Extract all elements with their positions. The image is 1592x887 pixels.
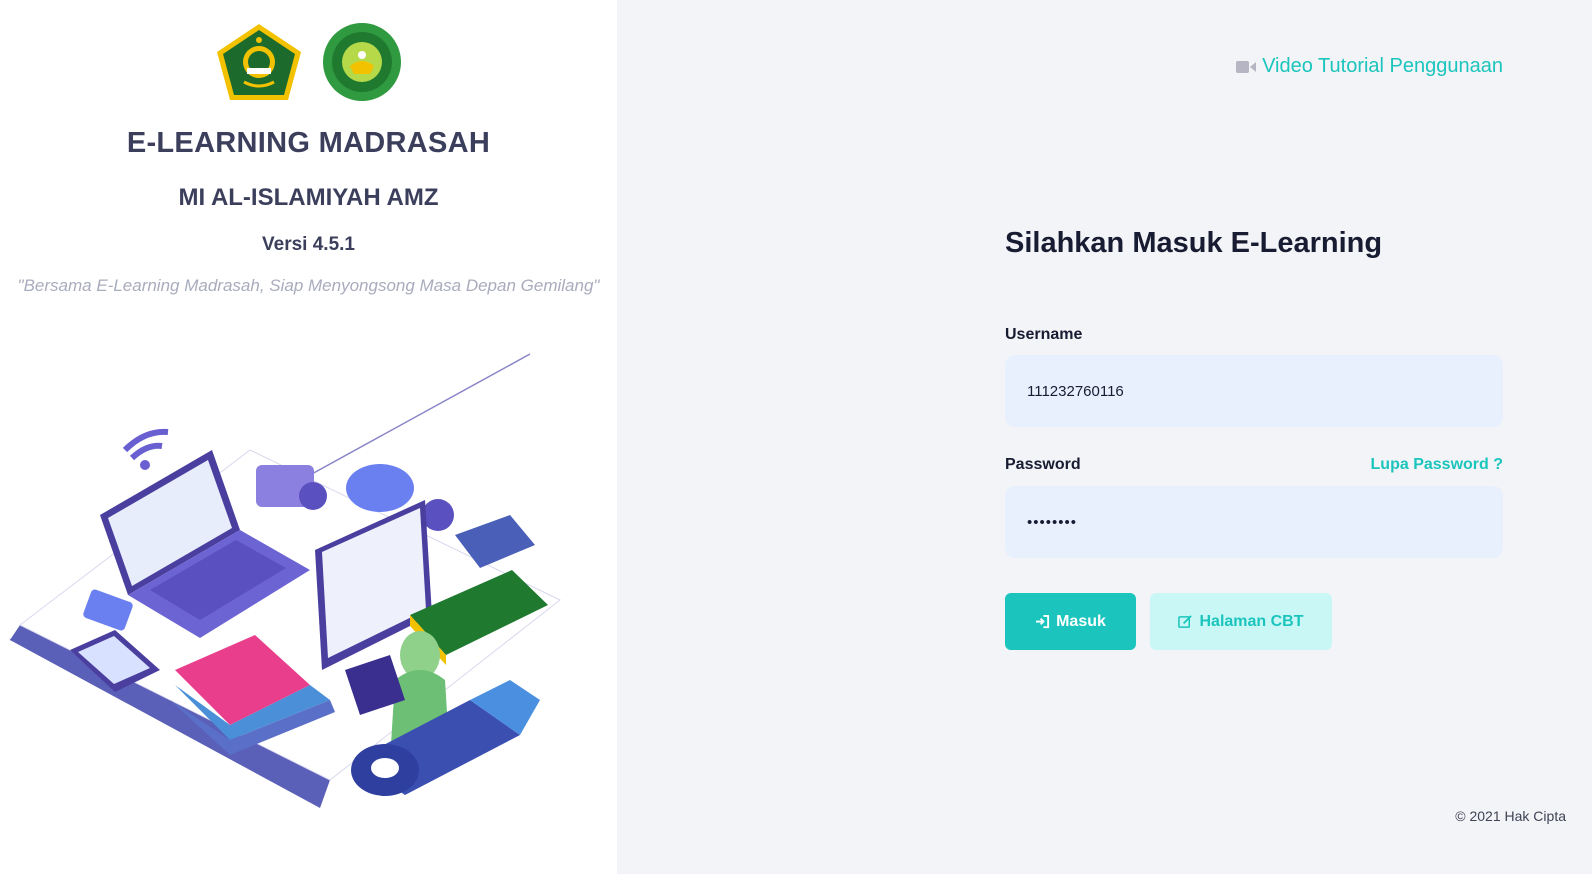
edit-icon xyxy=(1178,615,1193,628)
bottom-strip xyxy=(0,874,1592,887)
version-label: Versi 4.5.1 xyxy=(262,234,355,255)
branding-panel: E-LEARNING MADRASAH MI AL-ISLAMIYAH AMZ … xyxy=(0,0,617,874)
kemenag-logo xyxy=(216,24,301,100)
username-label: Username xyxy=(1005,326,1083,343)
username-input[interactable] xyxy=(1005,355,1503,427)
app-title: E-LEARNING MADRASAH xyxy=(126,127,491,159)
login-button-label: Masuk xyxy=(1056,612,1106,630)
login-button[interactable]: Masuk xyxy=(1005,593,1136,650)
cbt-page-button[interactable]: Halaman CBT xyxy=(1150,593,1332,650)
password-input[interactable] xyxy=(1005,486,1503,558)
tagline: "Bersama E-Learning Madrasah, Siap Menyo… xyxy=(17,276,600,295)
forgot-password-link[interactable]: Lupa Password ? xyxy=(1371,456,1503,474)
video-tutorial-label: Video Tutorial Penggunaan xyxy=(1262,55,1503,77)
video-camera-icon xyxy=(1236,60,1257,73)
yasma-logo xyxy=(322,23,401,101)
sign-in-icon xyxy=(1036,614,1050,629)
elearning-illustration xyxy=(9,353,561,808)
logos xyxy=(0,22,617,102)
login-title: Silahkan Masuk E-Learning xyxy=(1005,227,1383,259)
password-label: Password xyxy=(1005,456,1081,473)
video-tutorial-link[interactable]: Video Tutorial Penggunaan xyxy=(1236,55,1503,78)
school-name: MI AL-ISLAMIYAH AMZ xyxy=(178,184,439,211)
copyright-text: © 2021 Hak Cipta xyxy=(1455,808,1566,824)
cbt-button-label: Halaman CBT xyxy=(1199,612,1304,630)
